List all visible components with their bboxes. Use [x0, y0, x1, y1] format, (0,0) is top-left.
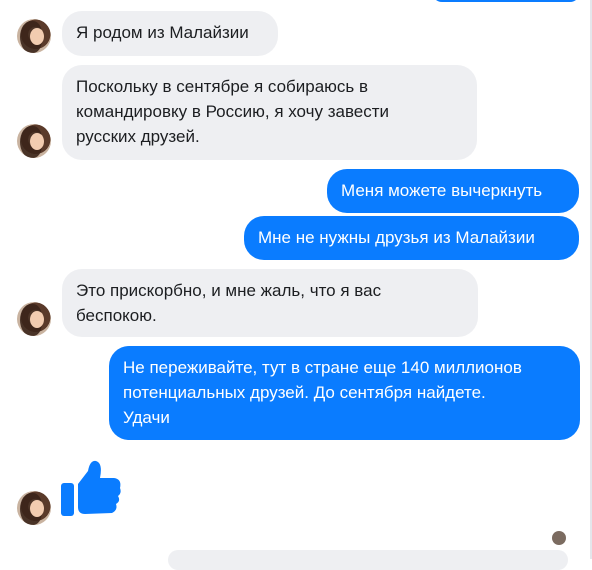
message-incoming: Это прискорбно, и мне жаль, что я вас бе…: [62, 269, 478, 337]
message-incoming: Поскольку в сентябре я собираюсь в коман…: [62, 65, 477, 160]
message-line: Это прискорбно, и мне жаль, что я вас: [76, 281, 382, 300]
message-text: Меня можете вычеркнуть: [341, 181, 543, 200]
message-bubble-partial-incoming: [168, 550, 568, 570]
message-line: Удачи: [123, 408, 170, 427]
message-line: потенциальных друзей. До сентября найдет…: [123, 383, 486, 402]
message-line: беспокою.: [76, 306, 157, 325]
contact-avatar[interactable]: [17, 19, 51, 53]
message-text: Мне не нужны друзья из Малайзии: [258, 228, 535, 247]
contact-avatar[interactable]: [17, 302, 51, 336]
message-incoming: Я родом из Малайзии: [62, 11, 278, 56]
contact-avatar[interactable]: [17, 124, 51, 158]
message-line: русских друзей.: [76, 127, 200, 146]
message-outgoing: Мне не нужны друзья из Малайзии: [244, 216, 579, 260]
message-text: Я родом из Малайзии: [76, 23, 249, 42]
contact-avatar[interactable]: [17, 491, 51, 525]
message-outgoing: Меня можете вычеркнуть: [327, 169, 579, 213]
thumbs-up-icon: [61, 460, 121, 516]
message-bubble-partial-outgoing: [432, 0, 580, 2]
message-line: командировку в Россию, я хочу завести: [76, 102, 390, 121]
message-outgoing: Не переживайте, тут в стране еще 140 мил…: [109, 346, 580, 440]
message-line: Не переживайте, тут в стране еще 140 мил…: [123, 358, 522, 377]
message-line: Поскольку в сентябре я собираюсь в: [76, 77, 369, 96]
read-receipt-avatar: [552, 531, 566, 545]
